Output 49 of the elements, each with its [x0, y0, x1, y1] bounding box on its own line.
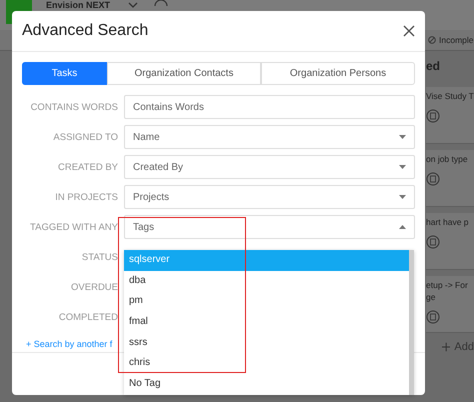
clipboard-icon: [426, 235, 440, 249]
task-card[interactable]: etup -> For ge: [426, 276, 474, 333]
dropdown-option[interactable]: fmal: [124, 312, 409, 333]
select-field[interactable]: Created By: [124, 155, 415, 179]
column-heading: ed: [426, 59, 442, 75]
task-card[interactable]: Vise Study T: [426, 87, 474, 144]
caret-icon: [399, 165, 406, 169]
dropdown-option[interactable]: ssrs: [124, 332, 409, 354]
text-field[interactable]: Contains Words: [124, 95, 415, 119]
field-label: STATUS: [80, 252, 118, 262]
card-text: on job type: [426, 154, 469, 164]
dialog-title: Advanced Search: [22, 22, 148, 40]
filter-label[interactable]: Incomple: [439, 35, 474, 45]
search-link[interactable]: + Search by another f: [22, 339, 112, 349]
field-label: TAGGED WITH ANY: [29, 222, 118, 232]
task-card[interactable]: on job type: [426, 150, 474, 207]
field-label: COMPLETED: [58, 312, 118, 322]
clipboard-icon: [426, 109, 440, 123]
select-field[interactable]: Tags: [124, 215, 415, 239]
clipboard-icon: [426, 172, 440, 186]
tab[interactable]: Organization Contacts: [107, 62, 261, 85]
card-text: Vise Study T: [426, 91, 474, 101]
card-text: ge: [426, 292, 436, 302]
blocked-icon: [428, 36, 436, 44]
app-title: Envision NEXT: [46, 0, 110, 10]
field-label: CONTAINS WORDS: [30, 102, 118, 112]
dropdown-option[interactable]: dba: [124, 270, 409, 292]
tab[interactable]: Organization Persons: [261, 62, 415, 85]
dropdown-option[interactable]: pm: [124, 291, 409, 312]
caret-icon: [399, 195, 406, 199]
field-label: IN PROJECTS: [54, 192, 118, 202]
plus-icon: [442, 342, 450, 352]
chevron-icon[interactable]: [128, 2, 138, 8]
card-text: etup -> For: [426, 280, 469, 290]
scrollbar[interactable]: [409, 250, 414, 395]
select-field[interactable]: Name: [124, 125, 415, 149]
select-field[interactable]: Projects: [124, 185, 415, 209]
field-label: OVERDUE: [70, 282, 118, 292]
card-text: hart have p: [426, 217, 470, 227]
close-icon[interactable]: [403, 25, 415, 37]
dropdown-option[interactable]: No Tag: [124, 374, 409, 395]
caret-icon: [399, 135, 406, 139]
caret-icon: [399, 225, 406, 229]
tab[interactable]: Tasks: [22, 62, 107, 85]
field-label: CREATED BY: [56, 162, 118, 172]
task-card[interactable]: hart have p: [426, 213, 474, 270]
field-label: ASSIGNED TO: [52, 132, 118, 142]
clipboard-icon: [426, 310, 440, 324]
dropdown-option[interactable]: chris: [124, 353, 409, 374]
